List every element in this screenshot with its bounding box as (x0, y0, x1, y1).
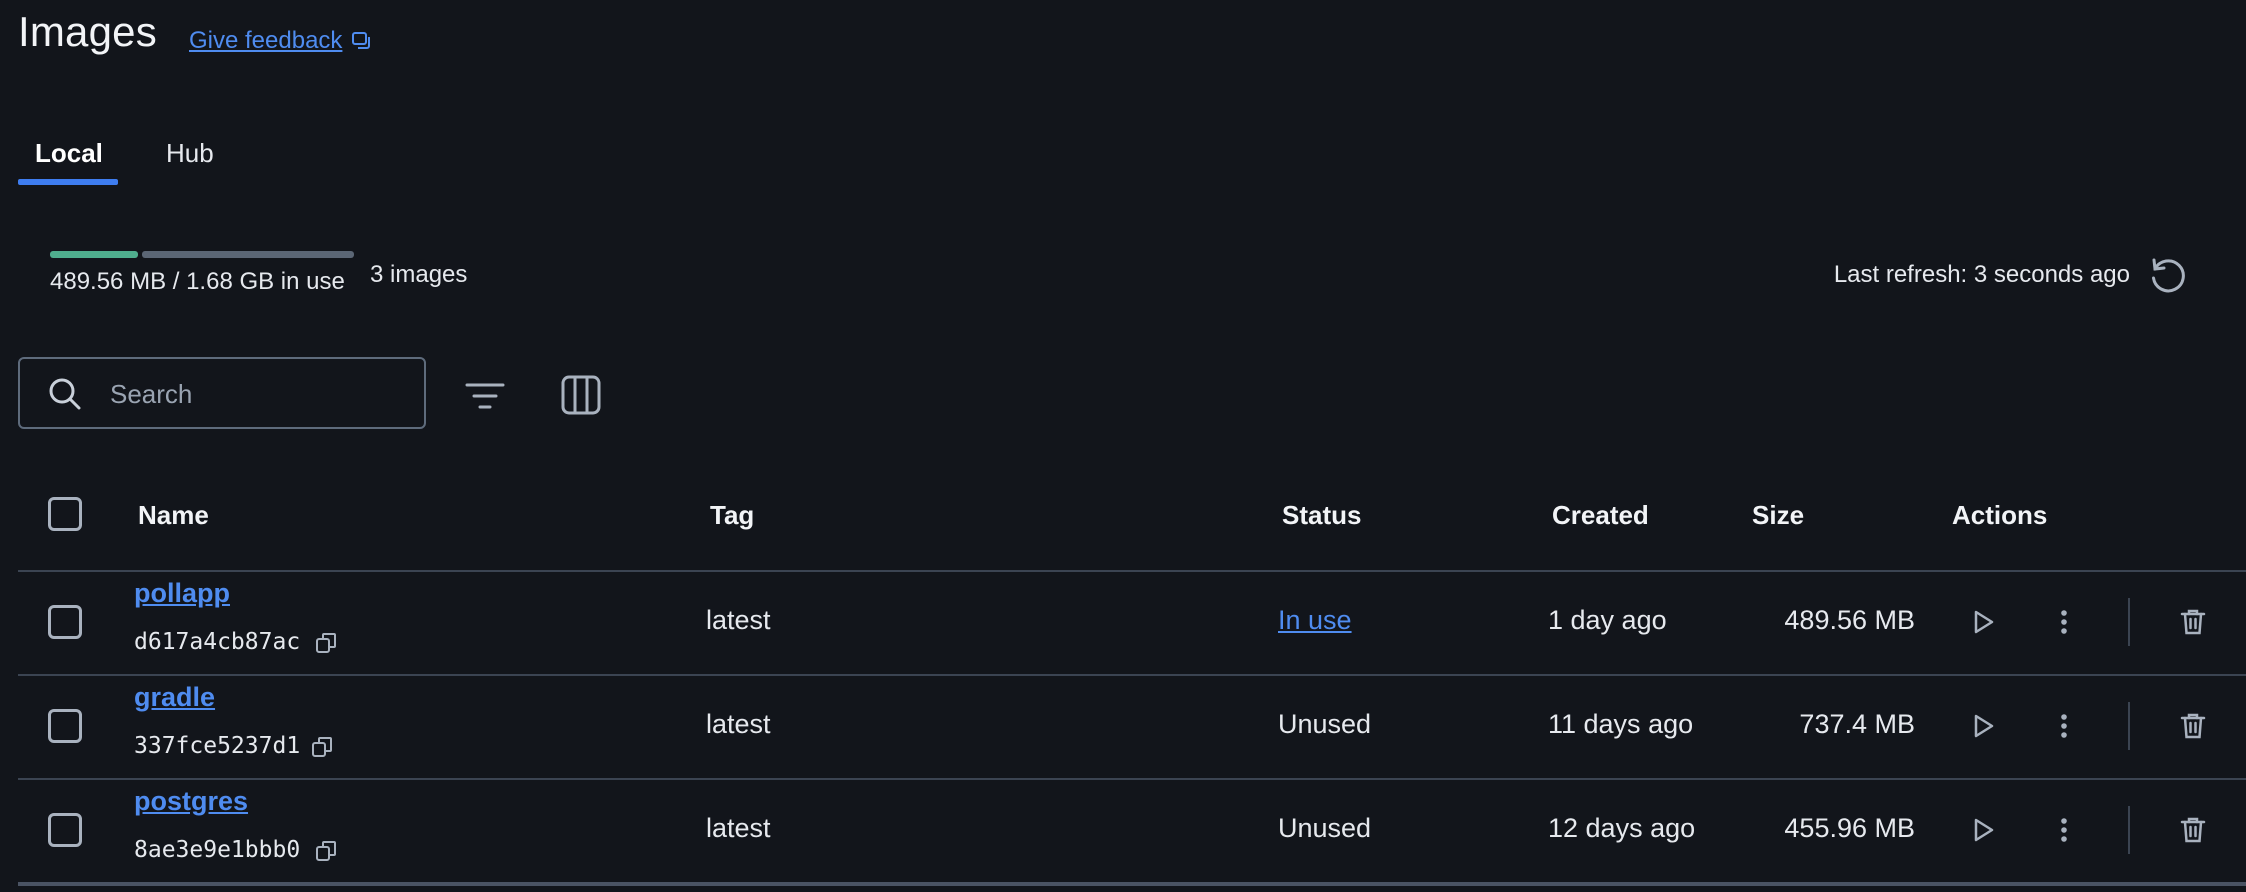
row-checkbox[interactable] (48, 709, 82, 743)
image-status: Unused (1278, 813, 1372, 843)
actions-divider (2128, 806, 2130, 854)
give-feedback-label: Give feedback (189, 27, 343, 54)
delete-icon[interactable] (2178, 711, 2208, 741)
select-all-checkbox[interactable] (48, 497, 82, 531)
columns-icon[interactable] (560, 374, 602, 416)
row-divider (18, 778, 2246, 780)
image-size: 737.4 MB (1799, 709, 1915, 739)
disk-usage-bar-used (50, 251, 138, 258)
column-header-tag[interactable]: Tag (710, 500, 754, 531)
more-options-icon[interactable] (2049, 711, 2079, 741)
active-tab-indicator (18, 179, 118, 185)
row-divider (18, 674, 2246, 676)
image-status-link[interactable]: In use (1278, 605, 1352, 636)
image-tag: latest (706, 709, 771, 739)
run-icon[interactable] (1968, 607, 1998, 637)
image-created: 1 day ago (1548, 605, 1667, 635)
image-created: 11 days ago (1548, 709, 1694, 739)
more-options-icon[interactable] (2049, 815, 2079, 845)
run-icon[interactable] (1968, 815, 1998, 845)
image-tag: latest (706, 605, 771, 635)
more-options-icon[interactable] (2049, 607, 2079, 637)
image-tag: latest (706, 813, 771, 843)
copy-icon[interactable] (314, 631, 338, 655)
column-header-actions: Actions (1952, 500, 2048, 530)
table-bottom-border (18, 882, 2246, 886)
disk-usage-text: 489.56 MB / 1.68 GB in use (50, 268, 345, 295)
row-checkbox[interactable] (48, 813, 82, 847)
actions-divider (2128, 702, 2130, 750)
image-id: 337fce5237d1 (134, 733, 301, 759)
column-header-status[interactable]: Status (1282, 500, 1361, 531)
image-name-link[interactable]: postgres (134, 786, 248, 817)
image-size: 489.56 MB (1784, 605, 1915, 635)
last-refresh-text: Last refresh: 3 seconds ago (1833, 261, 2130, 288)
image-size: 455.96 MB (1784, 813, 1915, 843)
row-checkbox[interactable] (48, 605, 82, 639)
image-id: 8ae3e9e1bbb0 (134, 837, 301, 863)
run-icon[interactable] (1968, 711, 1998, 741)
image-status: Unused (1278, 709, 1372, 739)
refresh-icon[interactable] (2145, 252, 2191, 298)
copy-icon[interactable] (310, 735, 334, 759)
image-id: d617a4cb87ac (134, 629, 301, 655)
page-title: Images (18, 8, 157, 55)
column-header-created[interactable]: Created (1552, 500, 1649, 531)
delete-icon[interactable] (2178, 815, 2208, 845)
tab-local[interactable]: Local (35, 138, 103, 169)
disk-usage-bar-free (142, 251, 354, 258)
filter-icon[interactable] (464, 375, 506, 417)
column-header-name[interactable]: Name (138, 500, 209, 531)
tab-hub[interactable]: Hub (166, 138, 214, 169)
search-input[interactable] (108, 374, 412, 414)
delete-icon[interactable] (2178, 607, 2208, 637)
column-header-size[interactable]: Size (1752, 500, 1804, 531)
give-feedback-link[interactable]: Give feedback (189, 27, 374, 55)
image-created: 12 days ago (1548, 813, 1696, 843)
images-count: 3 images (370, 261, 468, 288)
image-name-link[interactable]: pollapp (134, 578, 230, 609)
table-header-divider (18, 570, 2246, 572)
search-icon (49, 378, 81, 410)
actions-divider (2128, 598, 2130, 646)
image-name-link[interactable]: gradle (134, 682, 215, 713)
copy-icon[interactable] (314, 839, 338, 863)
feedback-icon (352, 32, 371, 49)
